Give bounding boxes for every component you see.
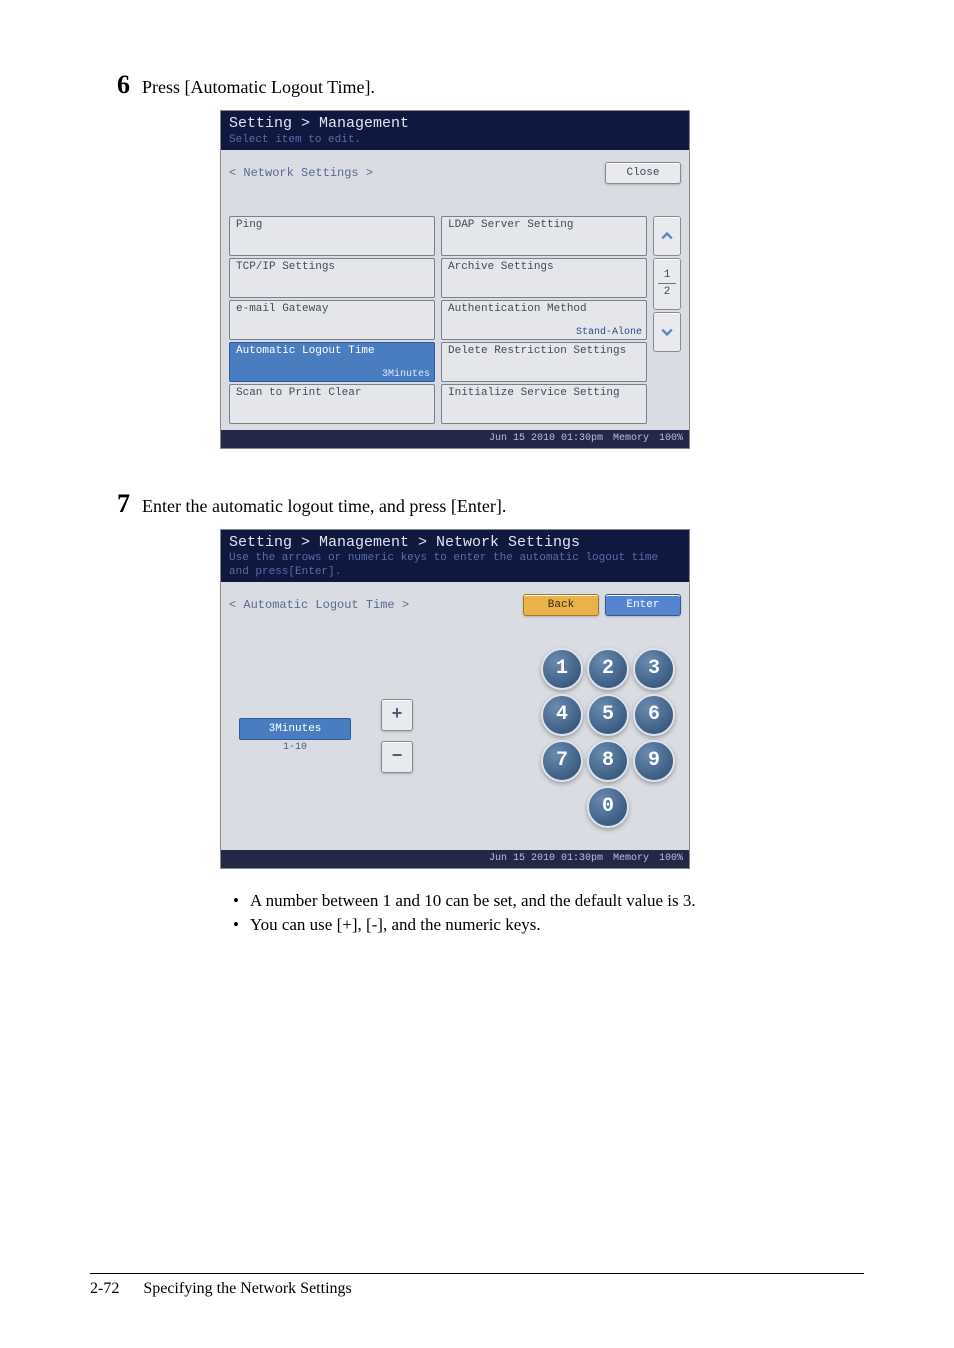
screenshot-2-header: Setting > Management > Network Settings … <box>221 530 689 582</box>
page-indicator: 1 2 <box>653 258 681 310</box>
note-text: A number between 1 and 10 can be set, an… <box>250 889 696 913</box>
section-title: < Network Settings > <box>229 166 373 180</box>
hint-text: Use the arrows or numeric keys to enter … <box>229 552 681 580</box>
step-6: 6 Press [Automatic Logout Time]. <box>90 70 864 100</box>
hint-text: Select item to edit. <box>229 134 681 148</box>
page-footer: 2-72 Specifying the Network Settings <box>90 1273 864 1298</box>
item-label: e-mail Gateway <box>236 303 328 315</box>
item-label: Automatic Logout Time <box>236 345 375 357</box>
key-9[interactable]: 9 <box>633 740 675 782</box>
item-label: TCP/IP Settings <box>236 261 335 273</box>
page-up-button[interactable] <box>653 216 681 256</box>
item-label: Delete Restriction Settings <box>448 345 626 357</box>
breadcrumb: Setting > Management <box>229 115 681 134</box>
key-5[interactable]: 5 <box>587 694 629 736</box>
decrement-button[interactable]: − <box>381 741 413 773</box>
pager-scroll: 1 2 <box>653 216 681 424</box>
item-sub: 3Minutes <box>382 369 430 380</box>
item-label: Archive Settings <box>448 261 554 273</box>
item-ldap[interactable]: LDAP Server Setting <box>441 216 647 256</box>
page-current: 1 <box>664 269 671 281</box>
key-1[interactable]: 1 <box>541 648 583 690</box>
item-ping[interactable]: Ping <box>229 216 435 256</box>
status-time: Jun 15 2010 01:30pm <box>489 853 603 864</box>
item-label: Scan to Print Clear <box>236 387 361 399</box>
item-email-gateway[interactable]: e-mail Gateway <box>229 300 435 340</box>
status-memory-pct: 100% <box>659 853 683 864</box>
status-memory-label: Memory <box>613 853 649 864</box>
breadcrumb: Setting > Management > Network Settings <box>229 534 681 553</box>
note-text: You can use [+], [-], and the numeric ke… <box>250 913 541 937</box>
key-7[interactable]: 7 <box>541 740 583 782</box>
list-item: • A number between 1 and 10 can be set, a… <box>230 889 864 913</box>
bullet-icon: • <box>230 889 242 913</box>
item-label: LDAP Server Setting <box>448 219 573 231</box>
status-bar: Jun 15 2010 01:30pm Memory 100% <box>221 850 689 868</box>
screenshot-edit-time: Setting > Management > Network Settings … <box>220 529 690 869</box>
status-time: Jun 15 2010 01:30pm <box>489 433 603 444</box>
page-number: 2-72 <box>90 1280 119 1298</box>
key-4[interactable]: 4 <box>541 694 583 736</box>
increment-button[interactable]: + <box>381 699 413 731</box>
screenshot-1-header: Setting > Management Select item to edit… <box>221 111 689 150</box>
back-button[interactable]: Back <box>523 594 599 616</box>
item-label: Ping <box>236 219 262 231</box>
item-delete-restriction[interactable]: Delete Restriction Settings <box>441 342 647 382</box>
step-6-number: 6 <box>90 70 142 100</box>
item-init-service[interactable]: Initialize Service Setting <box>441 384 647 424</box>
close-button[interactable]: Close <box>605 162 681 184</box>
section-title: < Automatic Logout Time > <box>229 598 409 612</box>
page-down-button[interactable] <box>653 312 681 352</box>
key-3[interactable]: 3 <box>633 648 675 690</box>
status-memory-label: Memory <box>613 433 649 444</box>
list-item: • You can use [+], [-], and the numeric k… <box>230 913 864 937</box>
item-label: Authentication Method <box>448 303 587 315</box>
footer-title: Specifying the Network Settings <box>143 1280 351 1298</box>
item-label: Initialize Service Setting <box>448 387 620 399</box>
status-bar: Jun 15 2010 01:30pm Memory 100% <box>221 430 689 448</box>
item-sub: Stand-Alone <box>576 327 642 338</box>
page-total: 2 <box>664 286 671 298</box>
settings-column-left: Ping TCP/IP Settings e-mail Gateway Auto… <box>229 216 435 424</box>
settings-column-right: LDAP Server Setting Archive Settings Aut… <box>441 216 647 424</box>
key-2[interactable]: 2 <box>587 648 629 690</box>
item-tcpip[interactable]: TCP/IP Settings <box>229 258 435 298</box>
screenshot-management: Setting > Management Select item to edit… <box>220 110 690 449</box>
bullet-icon: • <box>230 913 242 937</box>
item-auto-logout[interactable]: Automatic Logout Time 3Minutes <box>229 342 435 382</box>
item-auth-method[interactable]: Authentication Method Stand-Alone <box>441 300 647 340</box>
step-7: 7 Enter the automatic logout time, and p… <box>90 489 864 519</box>
chevron-up-icon <box>661 230 673 242</box>
notes: • A number between 1 and 10 can be set, a… <box>230 889 864 937</box>
key-6[interactable]: 6 <box>633 694 675 736</box>
enter-button[interactable]: Enter <box>605 594 681 616</box>
status-memory-pct: 100% <box>659 433 683 444</box>
step-6-text: Press [Automatic Logout Time]. <box>142 77 375 98</box>
key-0[interactable]: 0 <box>587 786 629 828</box>
item-archive[interactable]: Archive Settings <box>441 258 647 298</box>
numeric-keypad: 1 2 3 4 5 6 7 8 9 0 <box>541 648 671 824</box>
chevron-down-icon <box>661 326 673 338</box>
item-scan-to-print-clear[interactable]: Scan to Print Clear <box>229 384 435 424</box>
step-7-number: 7 <box>90 489 142 519</box>
key-8[interactable]: 8 <box>587 740 629 782</box>
step-7-text: Enter the automatic logout time, and pre… <box>142 496 506 517</box>
range-label: 1-10 <box>283 742 307 753</box>
value-display: 3Minutes <box>239 718 351 740</box>
divider <box>658 283 676 284</box>
